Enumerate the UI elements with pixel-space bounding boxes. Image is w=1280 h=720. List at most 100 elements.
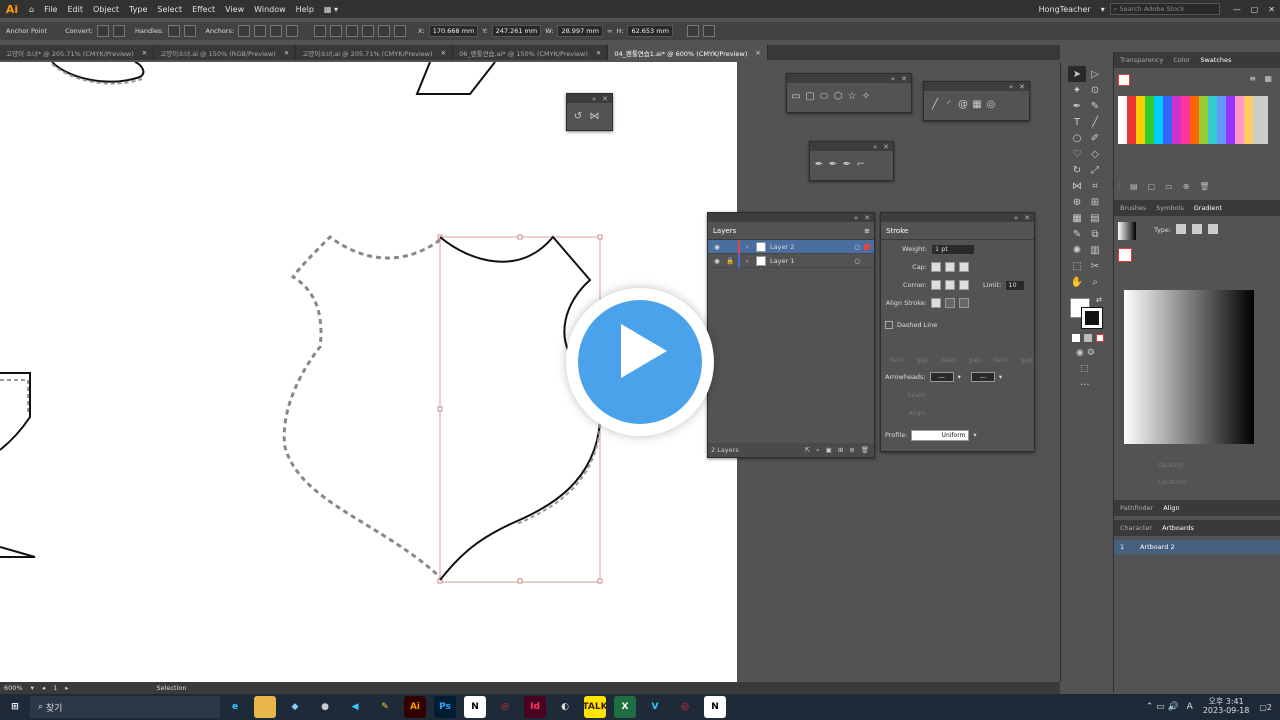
menu-window[interactable]: Window <box>249 5 291 14</box>
eraser-tool-icon[interactable]: ◇ <box>1086 146 1104 162</box>
draw-modes-icon[interactable]: ◉ ⚙ <box>1076 348 1112 358</box>
artboard-name[interactable]: Artboard 2 <box>1140 543 1175 551</box>
collapse-icon[interactable]: « <box>854 214 858 222</box>
arc-tool-icon[interactable]: ◜ <box>942 97 956 111</box>
tab-pathfinder[interactable]: Pathfinder <box>1120 504 1153 512</box>
menu-file[interactable]: File <box>39 5 62 14</box>
fill-stroke-mini[interactable] <box>1118 74 1130 86</box>
new-color-group-icon[interactable]: ▭ <box>1165 182 1173 192</box>
align-inside-stroke-icon[interactable] <box>945 298 955 308</box>
paintbrush-tool-icon[interactable]: ✐ <box>1086 130 1104 146</box>
column-graph-tool-icon[interactable]: ▥ <box>1086 242 1104 258</box>
tab-doc-5[interactable]: 04_펜툴연습1.ai* @ 600% (CMYK/Preview) ✕ <box>608 45 768 60</box>
rounded-rectangle-tool-icon[interactable]: ▢ <box>803 89 817 103</box>
app-icon[interactable]: ◀ <box>344 696 366 718</box>
convert-corner-icon[interactable] <box>97 25 110 37</box>
layer-name[interactable]: Layer 2 <box>770 243 854 251</box>
video-play-button[interactable] <box>566 288 714 436</box>
artboard-row[interactable]: 1 Artboard 2 <box>1114 540 1280 554</box>
start-arrowhead-select[interactable]: — <box>929 372 954 382</box>
profile-select[interactable]: Uniform <box>911 429 970 441</box>
radial-gradient-icon[interactable] <box>1192 224 1202 234</box>
tab-doc-2[interactable]: 고양이소녀.ai @ 150% (RGB/Preview) ✕ <box>154 45 297 60</box>
collapse-icon[interactable]: « <box>1009 83 1013 91</box>
workspace-dropdown-icon[interactable]: ▾ <box>1096 5 1110 14</box>
tab-symbols[interactable]: Symbols <box>1156 204 1184 212</box>
gradient-preview[interactable] <box>1124 290 1254 444</box>
chevron-down-icon[interactable]: ▾ <box>31 684 34 692</box>
minimize-button[interactable]: — <box>1228 5 1246 14</box>
linear-gradient-icon[interactable] <box>1176 224 1186 234</box>
close-icon[interactable]: ✕ <box>901 75 907 83</box>
tab-transparency[interactable]: Transparency <box>1120 56 1163 64</box>
cut-path-icon[interactable] <box>270 25 283 37</box>
line-segment-tool-icon[interactable]: ╱ <box>1086 114 1104 130</box>
align-top-icon[interactable] <box>362 25 375 37</box>
butt-cap-icon[interactable] <box>931 262 941 272</box>
round-join-icon[interactable] <box>945 280 955 290</box>
tab-align[interactable]: Align <box>1163 504 1179 512</box>
align-right-icon[interactable] <box>346 25 359 37</box>
tab-character[interactable]: Character <box>1120 524 1152 532</box>
flare-tool-icon[interactable]: ✧ <box>859 89 873 103</box>
close-icon[interactable]: ✕ <box>883 143 889 151</box>
expand-arrow-icon[interactable]: › <box>746 257 756 265</box>
bevel-join-icon[interactable] <box>959 280 969 290</box>
show-kinds-icon[interactable]: ▤ <box>1130 182 1138 192</box>
grid-view-icon[interactable]: ▦ <box>1264 74 1272 83</box>
convert-smooth-icon[interactable] <box>113 25 126 37</box>
zoom-level[interactable]: 600% <box>4 684 23 692</box>
weight-field[interactable]: 1 pt <box>931 243 975 255</box>
app-icon[interactable]: ● <box>314 696 336 718</box>
star-tool-icon[interactable]: ☆ <box>845 89 859 103</box>
close-icon[interactable]: ✕ <box>1024 214 1030 222</box>
close-button[interactable]: ✕ <box>1263 5 1280 14</box>
taskbar-search[interactable]: ⌕ 찾기 <box>30 696 220 718</box>
layer-name[interactable]: Layer 1 <box>770 257 854 265</box>
gradient-mode-icon[interactable] <box>1084 334 1092 342</box>
shaper-tool-icon[interactable]: ♡ <box>1068 146 1086 162</box>
app-icon[interactable]: ◆ <box>284 696 306 718</box>
new-sublayer-icon[interactable]: ⊞ <box>838 446 843 455</box>
polygon-tool-icon[interactable]: ⬡ <box>831 89 845 103</box>
target-icon[interactable]: ○ <box>854 243 860 251</box>
line-tool-icon[interactable]: ╱ <box>928 97 942 111</box>
polar-grid-tool-icon[interactable]: ◎ <box>984 97 998 111</box>
tab-doc-3[interactable]: 고양이소녀.ai @ 205.71% (CMYK/Preview) ✕ <box>296 45 454 60</box>
layer-row-1[interactable]: ◉ 🔒 › Layer 1 ○ <box>708 253 874 268</box>
swap-fill-stroke-icon[interactable]: ⇄ <box>1096 296 1102 304</box>
selection-indicator[interactable] <box>864 243 870 250</box>
mesh-tool-icon[interactable]: ▦ <box>1068 210 1086 226</box>
menu-type[interactable]: Type <box>124 5 152 14</box>
anchor-point-tool-icon[interactable]: ⌐ <box>854 157 868 171</box>
user-name[interactable]: HongTeacher <box>1034 5 1096 14</box>
freeform-gradient-icon[interactable] <box>1208 224 1218 234</box>
collapse-icon[interactable]: « <box>592 95 596 103</box>
align-middle-icon[interactable] <box>378 25 391 37</box>
collapse-icon[interactable]: « <box>1014 214 1018 222</box>
illustrator-icon[interactable]: Ai <box>404 696 426 718</box>
windows-start-icon[interactable]: ⊞ <box>4 696 26 718</box>
w-field[interactable]: 28.997 mm <box>557 25 603 37</box>
align-center-stroke-icon[interactable] <box>931 298 941 308</box>
width-tool-icon[interactable]: ⋈ <box>1068 178 1086 194</box>
layers-title[interactable]: Layers <box>713 227 736 235</box>
dashed-line-checkbox[interactable] <box>885 321 893 329</box>
input-language[interactable]: A <box>1187 702 1193 712</box>
end-arrowhead-select[interactable]: — <box>970 372 995 382</box>
notification-icon[interactable]: ▢2 <box>1259 703 1272 712</box>
square-cap-icon[interactable] <box>959 262 969 272</box>
symbol-sprayer-tool-icon[interactable]: ✺ <box>1068 242 1086 258</box>
menu-help[interactable]: Help <box>291 5 319 14</box>
stroke-swatch[interactable] <box>1081 307 1103 329</box>
close-icon[interactable]: ✕ <box>441 49 446 57</box>
rotate-tool-icon[interactable]: ↺ <box>571 109 585 123</box>
photoshop-icon[interactable]: Ps <box>434 696 456 718</box>
close-icon[interactable]: ✕ <box>284 49 289 57</box>
collapse-icon[interactable]: « <box>891 75 895 83</box>
excel-icon[interactable]: X <box>614 696 636 718</box>
screen-mode-icon[interactable]: ⬚ <box>1080 364 1112 374</box>
tab-color[interactable]: Color <box>1173 56 1190 64</box>
expand-arrow-icon[interactable]: › <box>746 243 756 251</box>
color-mode-icon[interactable] <box>1072 334 1080 342</box>
